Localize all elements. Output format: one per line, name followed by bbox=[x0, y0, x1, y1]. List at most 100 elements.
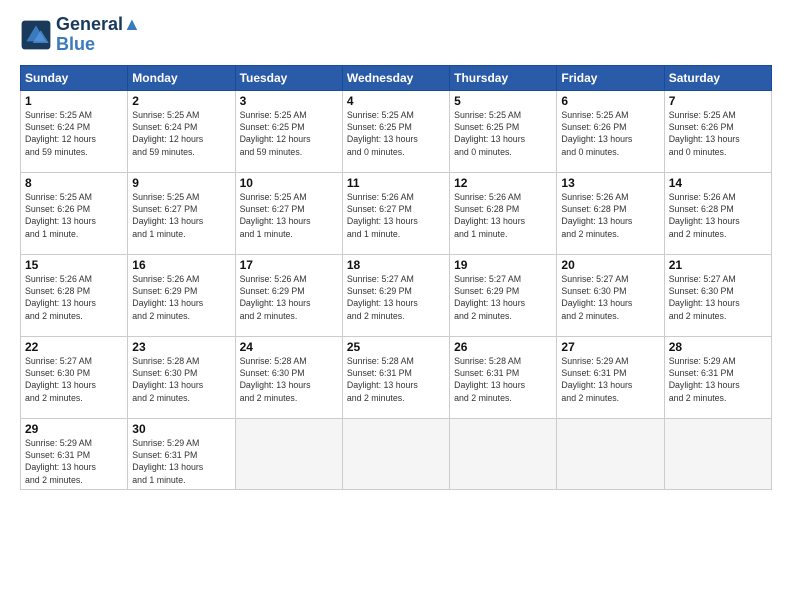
day-cell-23: 23Sunrise: 5:28 AM Sunset: 6:30 PM Dayli… bbox=[128, 336, 235, 418]
day-number-7: 7 bbox=[669, 94, 767, 108]
empty-cell bbox=[235, 418, 342, 489]
day-info-12: Sunrise: 5:26 AM Sunset: 6:28 PM Dayligh… bbox=[454, 191, 552, 240]
day-info-5: Sunrise: 5:25 AM Sunset: 6:25 PM Dayligh… bbox=[454, 109, 552, 158]
day-info-27: Sunrise: 5:29 AM Sunset: 6:31 PM Dayligh… bbox=[561, 355, 659, 404]
day-number-13: 13 bbox=[561, 176, 659, 190]
day-number-17: 17 bbox=[240, 258, 338, 272]
day-cell-10: 10Sunrise: 5:25 AM Sunset: 6:27 PM Dayli… bbox=[235, 172, 342, 254]
day-cell-25: 25Sunrise: 5:28 AM Sunset: 6:31 PM Dayli… bbox=[342, 336, 449, 418]
day-number-25: 25 bbox=[347, 340, 445, 354]
day-info-8: Sunrise: 5:25 AM Sunset: 6:26 PM Dayligh… bbox=[25, 191, 123, 240]
day-info-11: Sunrise: 5:26 AM Sunset: 6:27 PM Dayligh… bbox=[347, 191, 445, 240]
day-cell-12: 12Sunrise: 5:26 AM Sunset: 6:28 PM Dayli… bbox=[450, 172, 557, 254]
col-thursday: Thursday bbox=[450, 65, 557, 90]
logo-line2: Blue bbox=[56, 35, 141, 55]
day-number-4: 4 bbox=[347, 94, 445, 108]
day-cell-30: 30Sunrise: 5:29 AM Sunset: 6:31 PM Dayli… bbox=[128, 418, 235, 489]
day-info-18: Sunrise: 5:27 AM Sunset: 6:29 PM Dayligh… bbox=[347, 273, 445, 322]
day-cell-6: 6Sunrise: 5:25 AM Sunset: 6:26 PM Daylig… bbox=[557, 90, 664, 172]
day-number-24: 24 bbox=[240, 340, 338, 354]
page: General▲ Blue Sunday Monday Tuesday Wedn… bbox=[0, 0, 792, 612]
day-number-28: 28 bbox=[669, 340, 767, 354]
day-cell-15: 15Sunrise: 5:26 AM Sunset: 6:28 PM Dayli… bbox=[21, 254, 128, 336]
day-info-16: Sunrise: 5:26 AM Sunset: 6:29 PM Dayligh… bbox=[132, 273, 230, 322]
day-number-23: 23 bbox=[132, 340, 230, 354]
logo-text: General▲ Blue bbox=[56, 15, 141, 55]
col-saturday: Saturday bbox=[664, 65, 771, 90]
day-info-6: Sunrise: 5:25 AM Sunset: 6:26 PM Dayligh… bbox=[561, 109, 659, 158]
logo-icon bbox=[20, 19, 52, 51]
day-info-23: Sunrise: 5:28 AM Sunset: 6:30 PM Dayligh… bbox=[132, 355, 230, 404]
day-info-29: Sunrise: 5:29 AM Sunset: 6:31 PM Dayligh… bbox=[25, 437, 123, 486]
day-cell-11: 11Sunrise: 5:26 AM Sunset: 6:27 PM Dayli… bbox=[342, 172, 449, 254]
day-cell-7: 7Sunrise: 5:25 AM Sunset: 6:26 PM Daylig… bbox=[664, 90, 771, 172]
day-cell-1: 1Sunrise: 5:25 AM Sunset: 6:24 PM Daylig… bbox=[21, 90, 128, 172]
day-number-26: 26 bbox=[454, 340, 552, 354]
calendar-header-row: Sunday Monday Tuesday Wednesday Thursday… bbox=[21, 65, 772, 90]
day-info-17: Sunrise: 5:26 AM Sunset: 6:29 PM Dayligh… bbox=[240, 273, 338, 322]
day-info-30: Sunrise: 5:29 AM Sunset: 6:31 PM Dayligh… bbox=[132, 437, 230, 486]
col-monday: Monday bbox=[128, 65, 235, 90]
day-cell-16: 16Sunrise: 5:26 AM Sunset: 6:29 PM Dayli… bbox=[128, 254, 235, 336]
col-friday: Friday bbox=[557, 65, 664, 90]
day-info-21: Sunrise: 5:27 AM Sunset: 6:30 PM Dayligh… bbox=[669, 273, 767, 322]
header: General▲ Blue bbox=[20, 15, 772, 55]
day-number-27: 27 bbox=[561, 340, 659, 354]
day-info-1: Sunrise: 5:25 AM Sunset: 6:24 PM Dayligh… bbox=[25, 109, 123, 158]
day-info-9: Sunrise: 5:25 AM Sunset: 6:27 PM Dayligh… bbox=[132, 191, 230, 240]
empty-cell bbox=[450, 418, 557, 489]
day-number-22: 22 bbox=[25, 340, 123, 354]
day-cell-22: 22Sunrise: 5:27 AM Sunset: 6:30 PM Dayli… bbox=[21, 336, 128, 418]
day-number-2: 2 bbox=[132, 94, 230, 108]
day-cell-29: 29Sunrise: 5:29 AM Sunset: 6:31 PM Dayli… bbox=[21, 418, 128, 489]
day-number-18: 18 bbox=[347, 258, 445, 272]
empty-cell bbox=[664, 418, 771, 489]
day-info-24: Sunrise: 5:28 AM Sunset: 6:30 PM Dayligh… bbox=[240, 355, 338, 404]
col-sunday: Sunday bbox=[21, 65, 128, 90]
day-cell-26: 26Sunrise: 5:28 AM Sunset: 6:31 PM Dayli… bbox=[450, 336, 557, 418]
day-cell-8: 8Sunrise: 5:25 AM Sunset: 6:26 PM Daylig… bbox=[21, 172, 128, 254]
day-cell-28: 28Sunrise: 5:29 AM Sunset: 6:31 PM Dayli… bbox=[664, 336, 771, 418]
day-number-8: 8 bbox=[25, 176, 123, 190]
day-number-6: 6 bbox=[561, 94, 659, 108]
day-info-4: Sunrise: 5:25 AM Sunset: 6:25 PM Dayligh… bbox=[347, 109, 445, 158]
day-cell-21: 21Sunrise: 5:27 AM Sunset: 6:30 PM Dayli… bbox=[664, 254, 771, 336]
day-number-29: 29 bbox=[25, 422, 123, 436]
day-number-21: 21 bbox=[669, 258, 767, 272]
col-wednesday: Wednesday bbox=[342, 65, 449, 90]
day-cell-2: 2Sunrise: 5:25 AM Sunset: 6:24 PM Daylig… bbox=[128, 90, 235, 172]
day-info-10: Sunrise: 5:25 AM Sunset: 6:27 PM Dayligh… bbox=[240, 191, 338, 240]
day-number-11: 11 bbox=[347, 176, 445, 190]
day-cell-24: 24Sunrise: 5:28 AM Sunset: 6:30 PM Dayli… bbox=[235, 336, 342, 418]
day-cell-27: 27Sunrise: 5:29 AM Sunset: 6:31 PM Dayli… bbox=[557, 336, 664, 418]
day-cell-5: 5Sunrise: 5:25 AM Sunset: 6:25 PM Daylig… bbox=[450, 90, 557, 172]
day-cell-17: 17Sunrise: 5:26 AM Sunset: 6:29 PM Dayli… bbox=[235, 254, 342, 336]
empty-cell bbox=[557, 418, 664, 489]
day-number-3: 3 bbox=[240, 94, 338, 108]
day-info-7: Sunrise: 5:25 AM Sunset: 6:26 PM Dayligh… bbox=[669, 109, 767, 158]
day-cell-19: 19Sunrise: 5:27 AM Sunset: 6:29 PM Dayli… bbox=[450, 254, 557, 336]
day-info-14: Sunrise: 5:26 AM Sunset: 6:28 PM Dayligh… bbox=[669, 191, 767, 240]
empty-cell bbox=[342, 418, 449, 489]
day-info-2: Sunrise: 5:25 AM Sunset: 6:24 PM Dayligh… bbox=[132, 109, 230, 158]
day-cell-20: 20Sunrise: 5:27 AM Sunset: 6:30 PM Dayli… bbox=[557, 254, 664, 336]
day-number-9: 9 bbox=[132, 176, 230, 190]
day-number-5: 5 bbox=[454, 94, 552, 108]
day-number-30: 30 bbox=[132, 422, 230, 436]
logo-line1: General▲ bbox=[56, 15, 141, 35]
day-cell-14: 14Sunrise: 5:26 AM Sunset: 6:28 PM Dayli… bbox=[664, 172, 771, 254]
day-number-15: 15 bbox=[25, 258, 123, 272]
day-cell-13: 13Sunrise: 5:26 AM Sunset: 6:28 PM Dayli… bbox=[557, 172, 664, 254]
col-tuesday: Tuesday bbox=[235, 65, 342, 90]
calendar-table: Sunday Monday Tuesday Wednesday Thursday… bbox=[20, 65, 772, 490]
day-number-10: 10 bbox=[240, 176, 338, 190]
day-info-28: Sunrise: 5:29 AM Sunset: 6:31 PM Dayligh… bbox=[669, 355, 767, 404]
day-info-13: Sunrise: 5:26 AM Sunset: 6:28 PM Dayligh… bbox=[561, 191, 659, 240]
day-number-12: 12 bbox=[454, 176, 552, 190]
day-cell-4: 4Sunrise: 5:25 AM Sunset: 6:25 PM Daylig… bbox=[342, 90, 449, 172]
day-number-1: 1 bbox=[25, 94, 123, 108]
day-info-25: Sunrise: 5:28 AM Sunset: 6:31 PM Dayligh… bbox=[347, 355, 445, 404]
day-info-20: Sunrise: 5:27 AM Sunset: 6:30 PM Dayligh… bbox=[561, 273, 659, 322]
day-number-14: 14 bbox=[669, 176, 767, 190]
day-cell-3: 3Sunrise: 5:25 AM Sunset: 6:25 PM Daylig… bbox=[235, 90, 342, 172]
